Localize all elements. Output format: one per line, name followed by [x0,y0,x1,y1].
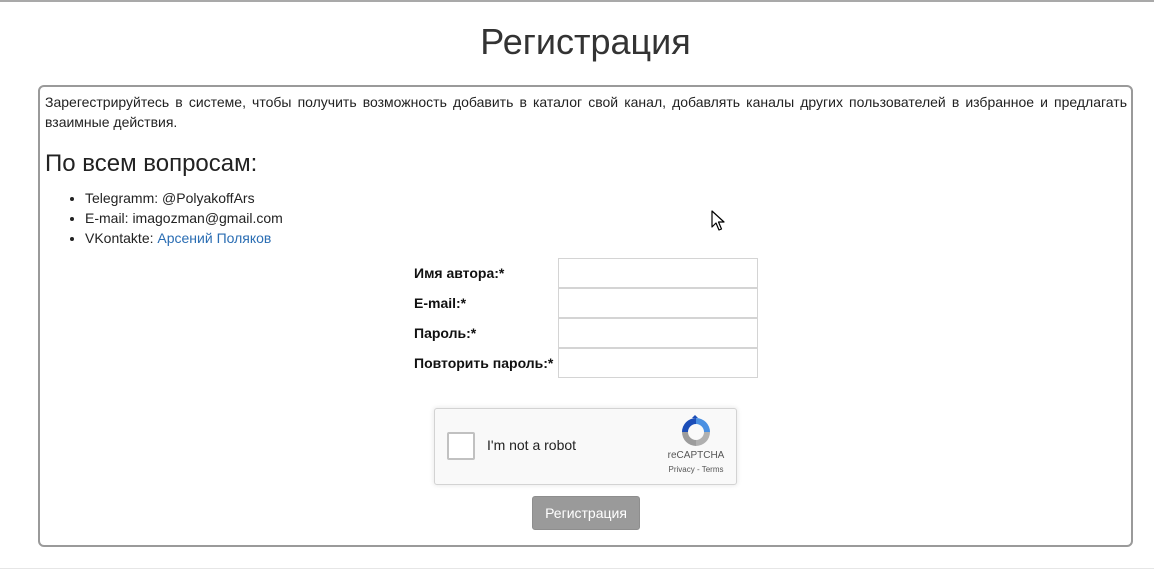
recaptcha-separator: - [694,465,702,474]
register-button[interactable]: Регистрация [532,496,640,530]
recaptcha-terms-links: Privacy - Terms [659,465,733,474]
recaptcha-logo-icon [682,415,710,446]
password-input[interactable] [558,318,758,348]
contacts-heading: По всем вопросам: [45,150,258,177]
email-label: E-mail:* [414,295,467,311]
mouse-cursor-icon [711,210,725,231]
author-name-input[interactable] [558,258,758,288]
recaptcha-label: I'm not a robot [487,437,577,453]
email-row: E-mail:* [414,288,760,318]
email-input[interactable] [558,288,758,318]
page-title: Регистрация [480,21,691,62]
repeat-password-row: Повторить пароль:* [414,348,760,378]
registration-panel: Зарегестрируйтесь в системе, чтобы получ… [38,85,1133,547]
vk-profile-link[interactable]: Арсений Поляков [157,230,271,246]
author-row: Имя автора:* [414,258,760,288]
contact-email: E-mail: imagozman@gmail.com [85,208,283,228]
recaptcha-brand: reCAPTCHA [667,450,725,461]
contact-vk-prefix: VKontakte: [85,230,158,246]
contact-telegram: Telegramm: @PolyakoffArs [85,188,283,208]
contacts-list: Telegramm: @PolyakoffArs E-mail: imagozm… [67,188,283,248]
author-label: Имя автора:* [414,265,505,281]
top-border [0,0,1154,2]
recaptcha-privacy-link[interactable]: Privacy [669,465,695,474]
intro-text: Зарегестрируйтесь в системе, чтобы получ… [45,94,1127,130]
recaptcha-terms-link[interactable]: Terms [702,465,724,474]
bottom-border [0,568,1154,569]
repeat-password-label: Повторить пароль:* [414,355,554,371]
repeat-password-input[interactable] [558,348,758,378]
recaptcha-widget: I'm not a robot reCAPTCHA Privacy - Term… [434,408,737,485]
recaptcha-checkbox[interactable] [447,432,475,460]
password-row: Пароль:* [414,318,760,348]
password-label: Пароль:* [414,325,477,341]
contact-vk: VKontakte: Арсений Поляков [85,228,283,248]
